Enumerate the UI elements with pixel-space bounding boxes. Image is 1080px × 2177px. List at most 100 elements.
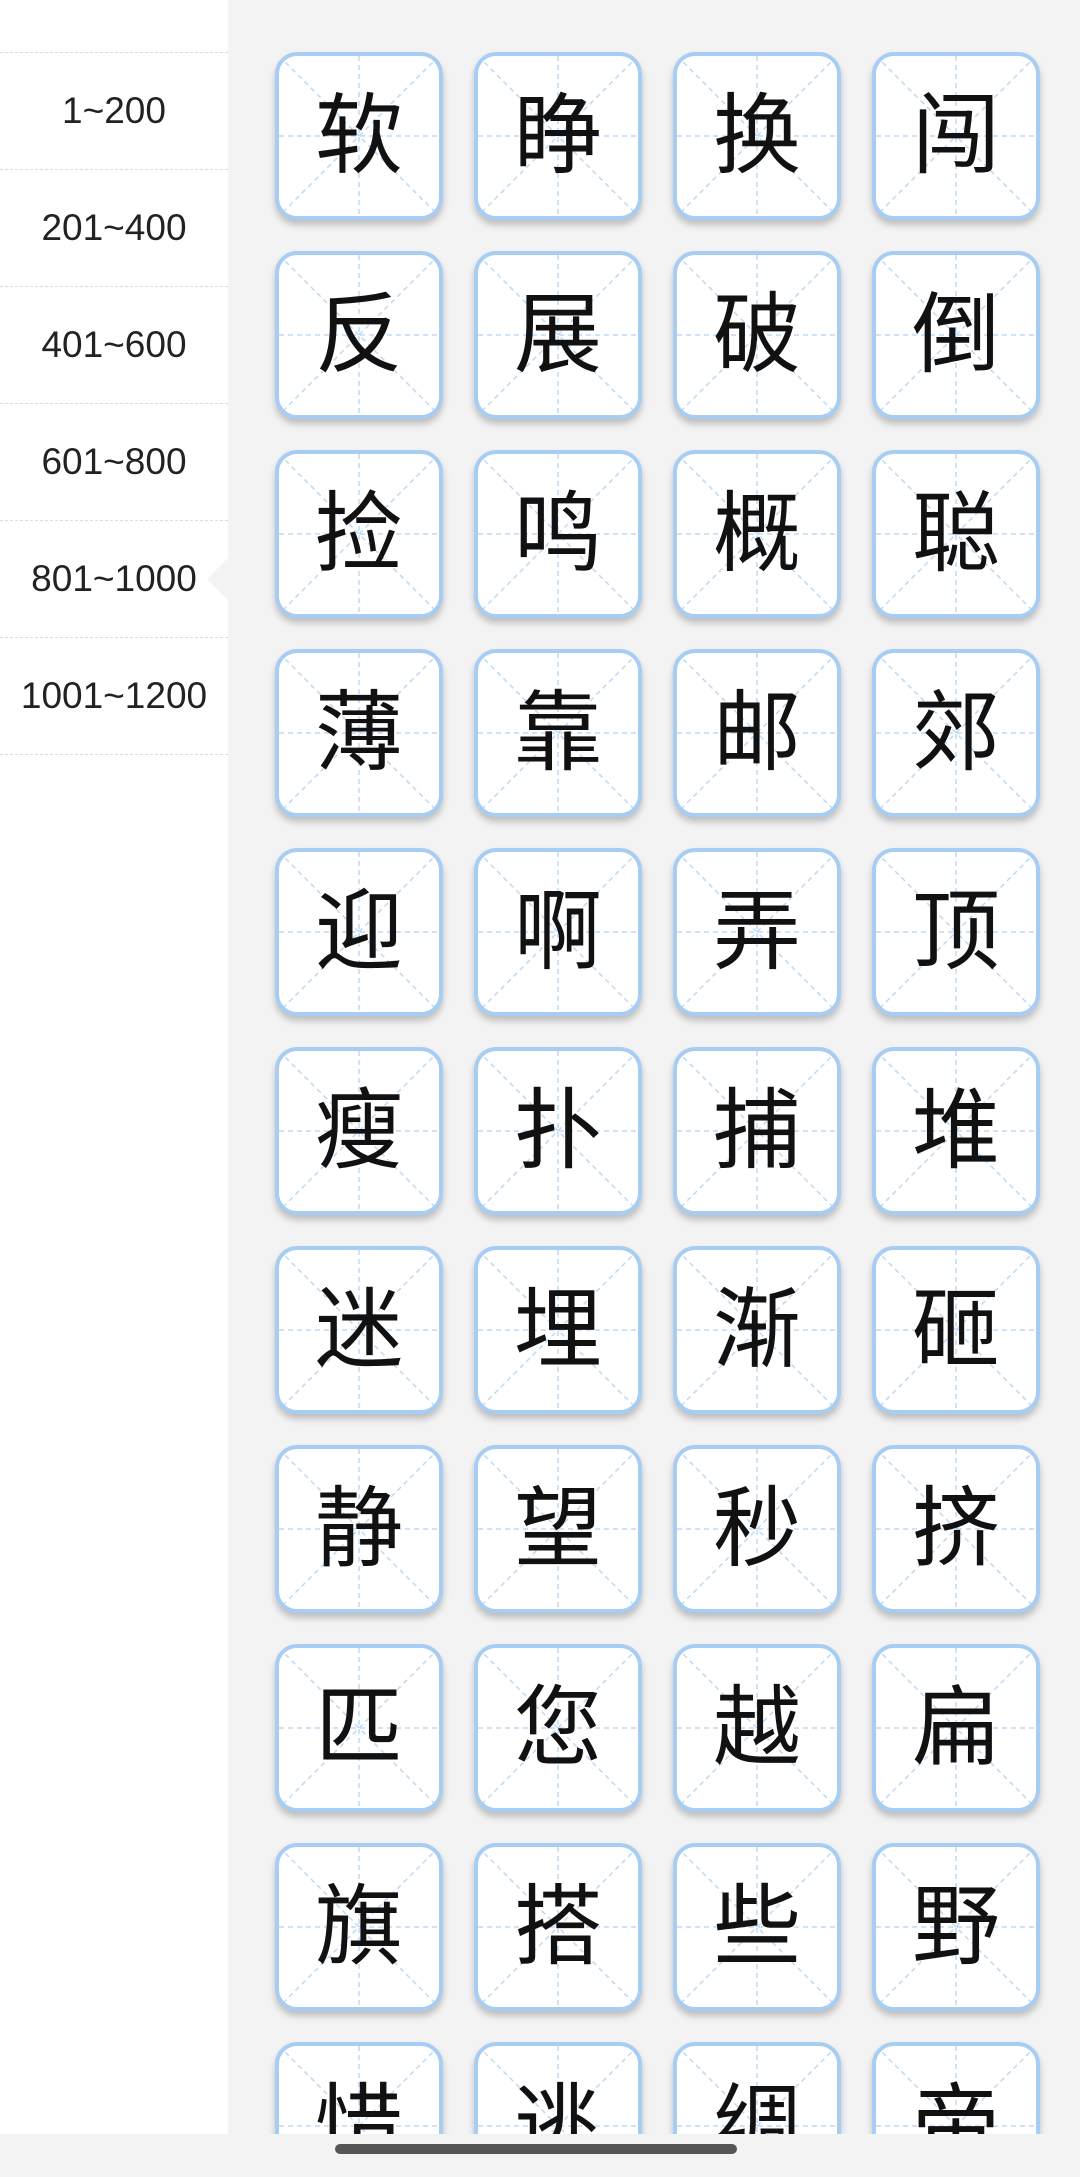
character-card[interactable]: 弄 — [673, 848, 841, 1016]
character-glyph: 瘦 — [314, 1079, 403, 1182]
character-card[interactable]: 搭 — [474, 1843, 642, 2011]
character-glyph: 郊 — [911, 681, 1000, 784]
character-glyph: 野 — [911, 1875, 1000, 1978]
character-glyph: 捡 — [314, 482, 403, 585]
character-glyph: 薄 — [314, 681, 403, 784]
range-item[interactable]: 1001~1200 — [0, 638, 228, 755]
character-glyph: 扁 — [911, 1676, 1000, 1779]
character-glyph: 帝 — [911, 2074, 1000, 2135]
range-item[interactable]: 201~400 — [0, 170, 228, 287]
character-glyph: 迎 — [314, 880, 403, 983]
character-glyph: 顶 — [911, 880, 1000, 983]
character-card[interactable]: 逃 — [474, 2042, 642, 2134]
character-glyph: 闯 — [911, 84, 1000, 187]
character-card[interactable]: 渐 — [673, 1246, 841, 1414]
character-glyph: 您 — [513, 1676, 602, 1779]
character-glyph: 展 — [513, 283, 602, 386]
character-glyph: 搭 — [513, 1875, 602, 1978]
character-card[interactable]: 反 — [275, 251, 443, 419]
character-glyph: 软 — [314, 84, 403, 187]
character-card[interactable]: 迎 — [275, 848, 443, 1016]
range-item[interactable]: 1~200 — [0, 53, 228, 170]
range-item[interactable]: 601~800 — [0, 404, 228, 521]
character-card[interactable]: 惜 — [275, 2042, 443, 2134]
character-glyph: 渐 — [712, 1278, 801, 1381]
character-glyph: 睁 — [513, 84, 602, 187]
system-navigation-bar — [0, 2134, 1080, 2177]
character-glyph: 鸣 — [513, 482, 602, 585]
character-glyph: 啊 — [513, 880, 602, 983]
character-card[interactable]: 聪 — [872, 450, 1040, 618]
character-card[interactable]: 越 — [673, 1644, 841, 1812]
character-card[interactable]: 概 — [673, 450, 841, 618]
character-card[interactable]: 望 — [474, 1445, 642, 1613]
character-card[interactable]: 瘦 — [275, 1047, 443, 1215]
character-card[interactable]: 换 — [673, 52, 841, 220]
character-glyph: 砸 — [911, 1278, 1000, 1381]
character-glyph: 越 — [712, 1676, 801, 1779]
character-card[interactable]: 静 — [275, 1445, 443, 1613]
character-grid: 软 睁 换 闯反 展 破 倒捡 鸣 概 聪薄 靠 邮 郊迎 啊 弄 顶瘦 扑 捕 堆迷 埋 渐 砸静 望 秒 挤匹 您 越 扁旗 搭 些 野… — [275, 52, 1040, 2134]
character-card[interactable]: 秒 — [673, 1445, 841, 1613]
character-card[interactable]: 郊 — [872, 649, 1040, 817]
character-card[interactable]: 展 — [474, 251, 642, 419]
character-glyph: 捕 — [712, 1079, 801, 1182]
character-card[interactable]: 您 — [474, 1644, 642, 1812]
character-glyph: 倒 — [911, 283, 1000, 386]
character-card[interactable]: 堆 — [872, 1047, 1040, 1215]
character-card[interactable]: 旗 — [275, 1843, 443, 2011]
character-card[interactable]: 砸 — [872, 1246, 1040, 1414]
character-card[interactable]: 绸 — [673, 2042, 841, 2134]
character-glyph: 匹 — [314, 1676, 403, 1779]
character-card[interactable]: 捡 — [275, 450, 443, 618]
character-card[interactable]: 闯 — [872, 52, 1040, 220]
character-glyph: 堆 — [911, 1079, 1000, 1182]
character-card[interactable]: 啊 — [474, 848, 642, 1016]
character-card[interactable]: 扑 — [474, 1047, 642, 1215]
character-glyph: 旗 — [314, 1875, 403, 1978]
character-card[interactable]: 靠 — [474, 649, 642, 817]
character-card[interactable]: 些 — [673, 1843, 841, 2011]
character-glyph: 望 — [513, 1477, 602, 1580]
character-glyph: 埋 — [513, 1278, 602, 1381]
range-sidebar: 1~200 201~400 401~600 601~800 801~1000 1001~1… — [0, 0, 229, 2177]
character-card[interactable]: 邮 — [673, 649, 841, 817]
range-item[interactable]: 801~1000 — [0, 521, 229, 638]
character-card[interactable]: 埋 — [474, 1246, 642, 1414]
character-grid-scroll[interactable]: 软 睁 换 闯反 展 破 倒捡 鸣 概 聪薄 靠 邮 郊迎 啊 弄 顶瘦 扑 捕 堆迷 埋 渐 砸静 望 秒 挤匹 您 越 扁旗 搭 些 野… — [228, 0, 1080, 2134]
character-glyph: 迷 — [314, 1278, 403, 1381]
character-card[interactable]: 迷 — [275, 1246, 443, 1414]
character-glyph: 靠 — [513, 681, 602, 784]
character-glyph: 惜 — [314, 2074, 403, 2135]
character-card[interactable]: 扁 — [872, 1644, 1040, 1812]
character-glyph: 逃 — [513, 2074, 602, 2135]
character-card[interactable]: 匹 — [275, 1644, 443, 1812]
character-glyph: 换 — [712, 84, 801, 187]
range-list: 1~200 201~400 401~600 601~800 801~1000 1001~1… — [0, 52, 229, 755]
character-card[interactable]: 薄 — [275, 649, 443, 817]
character-card[interactable]: 顶 — [872, 848, 1040, 1016]
range-item[interactable]: 401~600 — [0, 287, 228, 404]
character-card[interactable]: 鸣 — [474, 450, 642, 618]
character-glyph: 反 — [314, 283, 403, 386]
home-indicator[interactable] — [335, 2144, 737, 2154]
character-card[interactable]: 野 — [872, 1843, 1040, 2011]
character-glyph: 静 — [314, 1477, 403, 1580]
character-glyph: 概 — [712, 482, 801, 585]
character-card[interactable]: 软 — [275, 52, 443, 220]
character-glyph: 聪 — [911, 482, 1000, 585]
character-card[interactable]: 挤 — [872, 1445, 1040, 1613]
character-card[interactable]: 捕 — [673, 1047, 841, 1215]
character-card[interactable]: 睁 — [474, 52, 642, 220]
character-glyph: 扑 — [513, 1079, 602, 1182]
character-glyph: 邮 — [712, 681, 801, 784]
character-glyph: 些 — [712, 1875, 801, 1978]
character-card[interactable]: 帝 — [872, 2042, 1040, 2134]
character-glyph: 绸 — [712, 2074, 801, 2135]
character-card[interactable]: 倒 — [872, 251, 1040, 419]
character-glyph: 破 — [712, 283, 801, 386]
character-card[interactable]: 破 — [673, 251, 841, 419]
character-glyph: 弄 — [712, 880, 801, 983]
character-glyph: 挤 — [911, 1477, 1000, 1580]
character-glyph: 秒 — [712, 1477, 801, 1580]
